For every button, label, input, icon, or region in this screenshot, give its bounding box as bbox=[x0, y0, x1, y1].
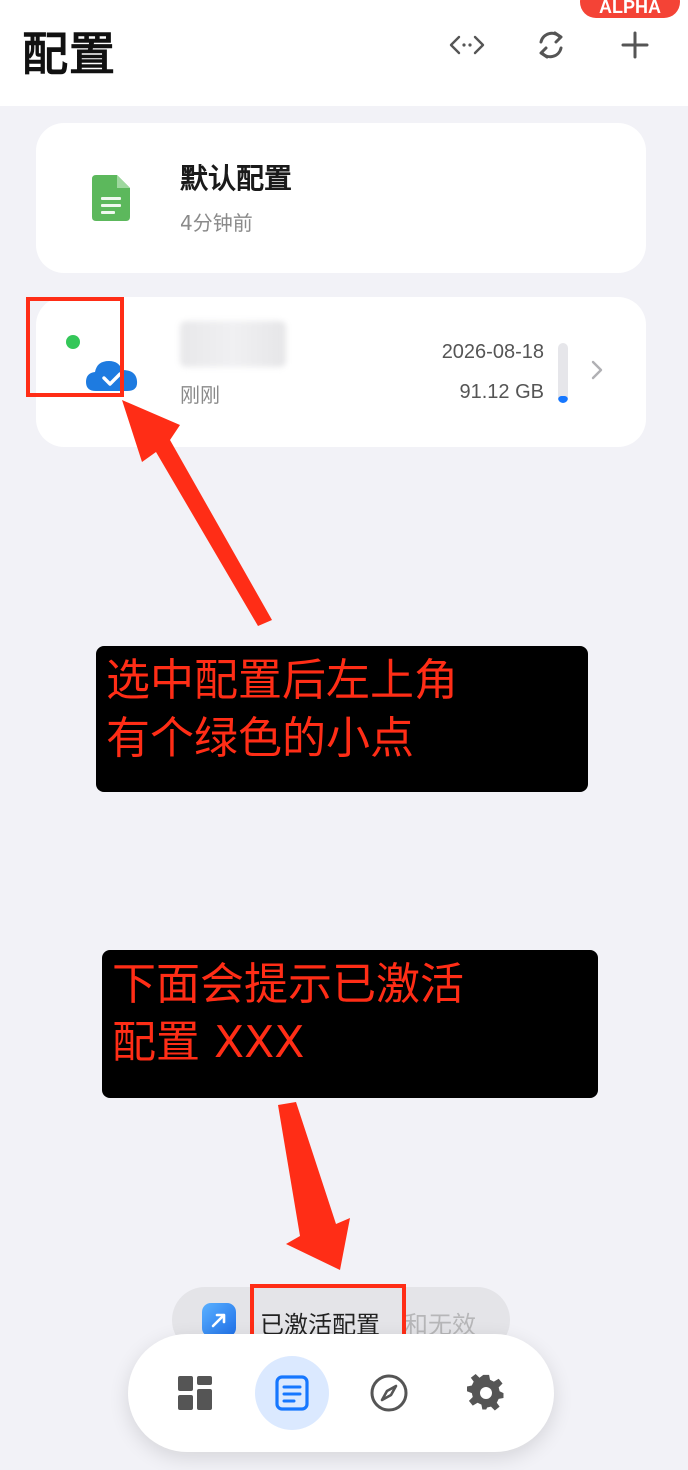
annotation-arrow-down bbox=[278, 1102, 350, 1270]
bottom-tab-bar bbox=[128, 1334, 554, 1452]
annotation-note-2-line-2: 配置 XXX bbox=[112, 1017, 305, 1068]
annotation-note-2: 下面会提示已激活 配置 XXX bbox=[102, 950, 598, 1098]
compass-icon bbox=[370, 1374, 408, 1412]
tab-dashboard[interactable] bbox=[158, 1356, 232, 1430]
annotation-note-2-line-1: 下面会提示已激活 bbox=[112, 959, 464, 1010]
annotation-note-1: 选中配置后左上角 有个绿色的小点 bbox=[96, 646, 588, 792]
annotation-arrow-up bbox=[122, 400, 272, 626]
dashboard-icon bbox=[178, 1376, 212, 1410]
profiles-icon bbox=[275, 1375, 309, 1411]
annotation-note-1-line-1: 选中配置后左上角 bbox=[106, 655, 458, 706]
tab-discover[interactable] bbox=[352, 1356, 426, 1430]
annotation-note-1-line-2: 有个绿色的小点 bbox=[106, 713, 414, 764]
tab-profiles[interactable] bbox=[255, 1356, 329, 1430]
app-logo-icon bbox=[202, 1303, 236, 1337]
settings-icon bbox=[467, 1373, 504, 1411]
tab-settings[interactable] bbox=[449, 1356, 523, 1430]
